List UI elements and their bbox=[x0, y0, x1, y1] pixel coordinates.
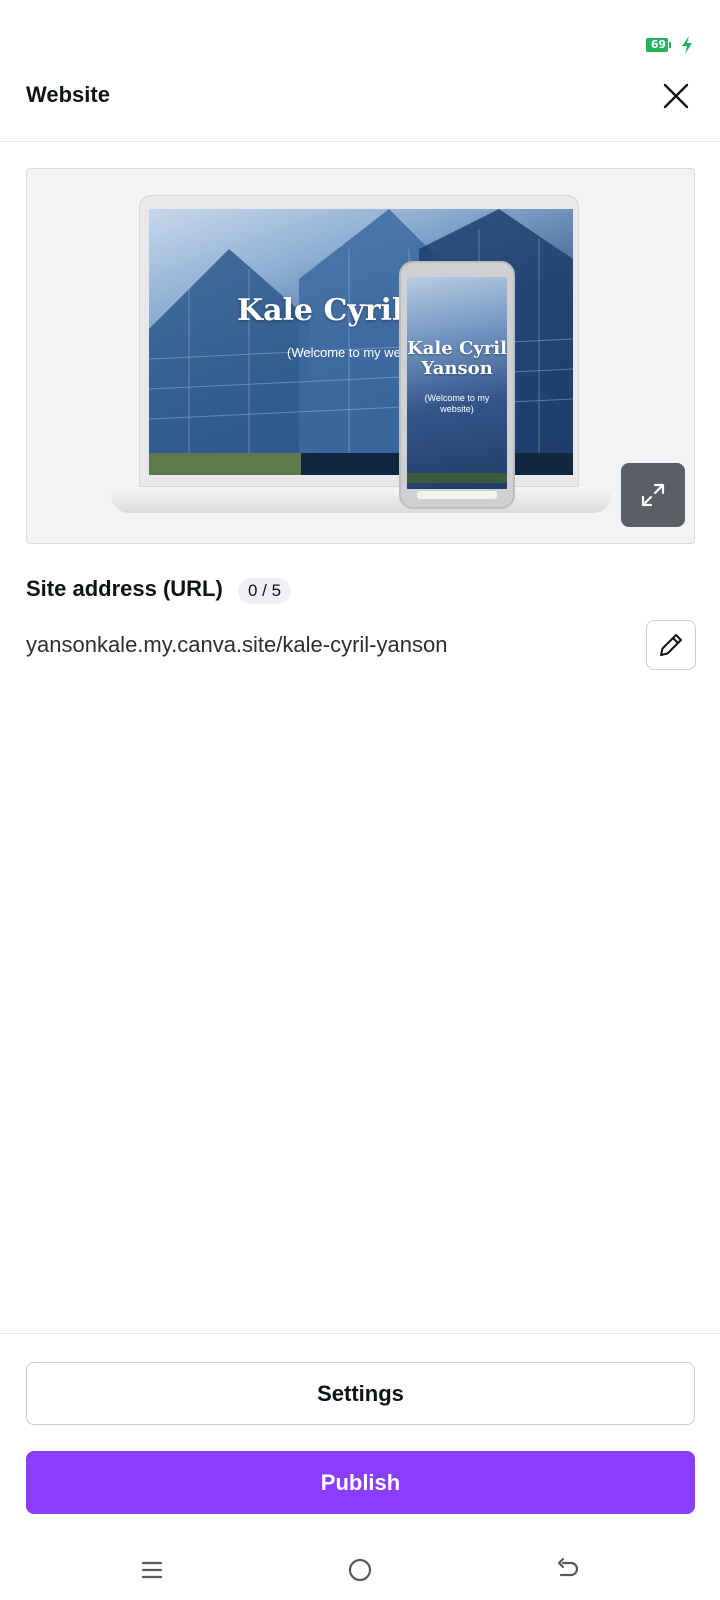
nav-back-button[interactable] bbox=[548, 1554, 588, 1586]
website-preview: Kale Cyril Y (Welcome to my we Kale Cyri… bbox=[26, 168, 695, 544]
expand-icon bbox=[641, 483, 665, 507]
settings-button[interactable]: Settings bbox=[26, 1362, 695, 1425]
footer-divider bbox=[0, 1333, 720, 1334]
expand-preview-button[interactable] bbox=[621, 463, 685, 527]
back-icon bbox=[557, 1557, 579, 1577]
charging-icon bbox=[682, 36, 692, 54]
phone-screen: Kale Cyril Yanson (Welcome to my website… bbox=[407, 277, 507, 489]
header: Website bbox=[0, 70, 720, 142]
menu-icon bbox=[141, 1561, 163, 1579]
battery-level: 69 bbox=[650, 38, 666, 51]
preview-site-subtitle: (Welcome to my we bbox=[287, 345, 401, 360]
site-address-label: Site address (URL) bbox=[26, 576, 223, 601]
site-address-count-badge: 0 / 5 bbox=[238, 578, 292, 604]
mobile-site-title: Kale Cyril Yanson bbox=[407, 338, 507, 379]
laptop-base bbox=[111, 487, 611, 513]
battery-icon: 69 bbox=[646, 38, 671, 52]
phone-home-bar bbox=[417, 491, 497, 499]
system-nav-bar bbox=[0, 1540, 720, 1600]
publish-button[interactable]: Publish bbox=[26, 1451, 695, 1514]
mobile-image-strip bbox=[407, 473, 507, 483]
phone-frame: Kale Cyril Yanson (Welcome to my website… bbox=[399, 261, 515, 509]
page-title: Website bbox=[26, 82, 110, 107]
close-icon bbox=[663, 83, 689, 109]
pencil-icon bbox=[660, 634, 682, 656]
edit-url-button[interactable] bbox=[646, 620, 696, 670]
close-button[interactable] bbox=[658, 78, 694, 114]
nav-menu-button[interactable] bbox=[132, 1554, 172, 1586]
preview-image-strip bbox=[149, 453, 301, 475]
mobile-site-subtitle: (Welcome to my website) bbox=[424, 393, 490, 414]
status-bar: 69 bbox=[0, 0, 720, 70]
site-url: yansonkale.my.canva.site/kale-cyril-yans… bbox=[26, 632, 448, 657]
nav-home-button[interactable] bbox=[340, 1554, 380, 1586]
home-icon bbox=[348, 1558, 372, 1582]
